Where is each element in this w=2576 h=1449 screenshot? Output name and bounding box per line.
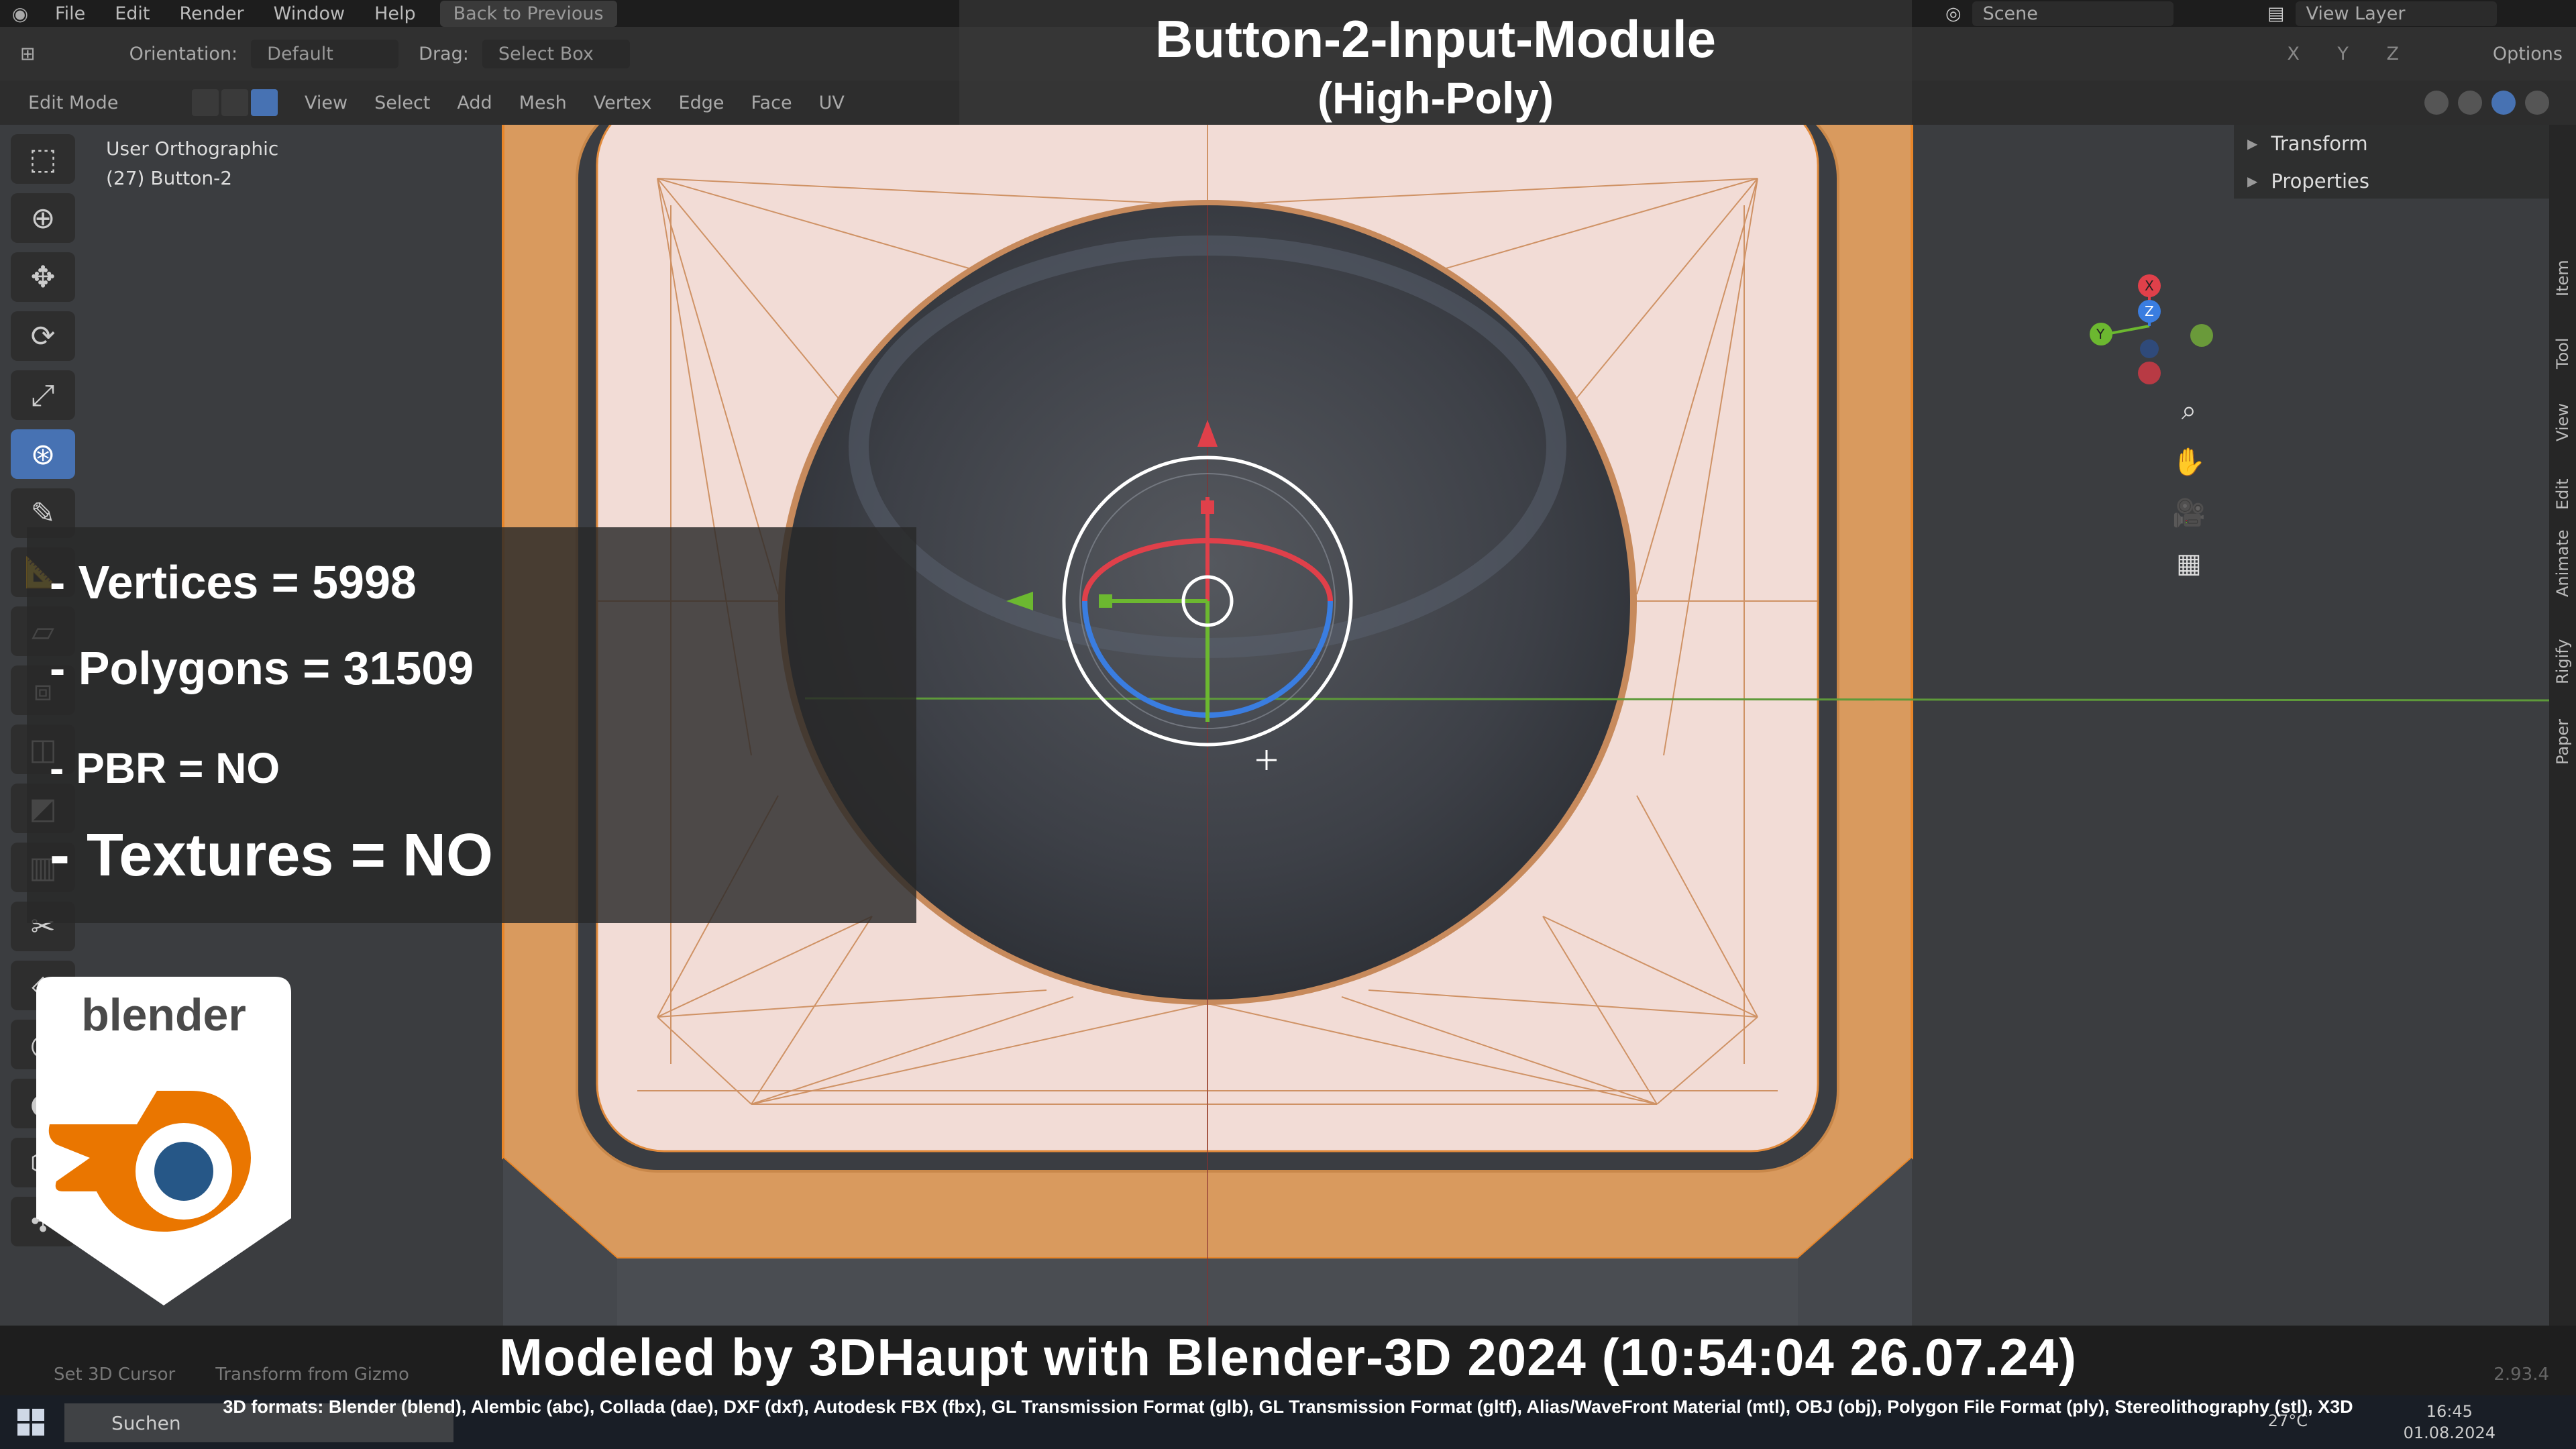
cursor-tool[interactable]: ⊕ [11, 193, 75, 243]
mirror-axes-toggles[interactable]: X Y Z [2287, 44, 2415, 64]
menu-uv[interactable]: UV [806, 89, 858, 117]
back-to-previous-button[interactable]: Back to Previous [439, 0, 617, 27]
panel-transform-label: Transform [2271, 132, 2368, 155]
polygons-count: - Polygons = 31509 [50, 642, 474, 694]
tab-tool[interactable]: Tool [2553, 337, 2572, 369]
stats-overlay: - Vertices = 5998 - Polygons = 31509 - P… [27, 527, 916, 923]
face-select-button[interactable] [251, 89, 278, 116]
expand-triangle-icon: ▶ [2247, 173, 2258, 189]
modeled-by-caption: Modeled by 3DHaupt with Blender-3D 2024 … [498, 1328, 2078, 1387]
svg-text:blender: blender [81, 989, 246, 1040]
blender-menu-icon[interactable]: ◉ [0, 0, 40, 27]
select-box-tool[interactable]: ⬚ [11, 134, 75, 184]
menu-render[interactable]: Render [164, 3, 258, 24]
transform-tool[interactable]: ⊛ [11, 429, 75, 479]
scene-selector: ◎ Scene [1945, 0, 2174, 27]
zoom-icon[interactable]: ⌕ [2167, 393, 2211, 428]
panel-properties[interactable]: ▶ Properties [2247, 162, 2549, 200]
view-layer-icon: ▤ [2267, 3, 2285, 24]
menu-face[interactable]: Face [738, 89, 806, 117]
orientation-label: Orientation: [129, 43, 238, 64]
svg-text:X: X [2145, 278, 2154, 294]
orientation-dropdown[interactable]: Default [251, 39, 399, 68]
svg-text:Z: Z [2145, 303, 2154, 319]
svg-text:Y: Y [2096, 326, 2105, 342]
rendered-shading-button[interactable] [2525, 91, 2549, 115]
sidebar-panel: ▶ Transform ▶ Properties [2234, 125, 2549, 199]
menu-view[interactable]: View [291, 89, 361, 117]
rotate-tool[interactable]: ⟳ [11, 311, 75, 361]
scene-icon: ◎ [1945, 3, 1962, 24]
scale-tool[interactable]: ⤢ [11, 370, 75, 420]
menu-mesh[interactable]: Mesh [506, 89, 580, 117]
select-mode-buttons [192, 89, 278, 116]
viewport-info: User Orthographic (27) Button-2 [106, 134, 278, 193]
model-title: Button-2-Input-Module [1155, 9, 1717, 68]
menu-edge[interactable]: Edge [665, 89, 738, 117]
blender-logo: blender [36, 977, 291, 1305]
navigation-buttons: ⌕ ✋ 🎥 ▦ [2167, 393, 2211, 581]
vertex-select-button[interactable] [192, 89, 219, 116]
pan-hand-icon[interactable]: ✋ [2167, 444, 2211, 479]
export-formats-caption: 3D formats: Blender (blend), Alembic (ab… [223, 1397, 2353, 1417]
ortho-grid-icon[interactable]: ▦ [2167, 546, 2211, 581]
navigation-gizmo[interactable]: X Z Y [2066, 259, 2227, 393]
camera-view-icon[interactable]: 🎥 [2167, 495, 2211, 530]
panel-transform[interactable]: ▶ Transform [2247, 125, 2549, 162]
menu-help[interactable]: Help [360, 3, 431, 24]
vertices-count: - Vertices = 5998 [50, 556, 417, 608]
view-layer-selector: ▤ View Layer [2267, 0, 2497, 27]
edge-select-button[interactable] [221, 89, 248, 116]
solid-shading-button[interactable] [2458, 91, 2482, 115]
options-dropdown[interactable]: Options [2493, 44, 2563, 64]
editor-type-icon[interactable]: ⊞ [20, 44, 36, 64]
menu-add[interactable]: Add [443, 89, 505, 117]
view-layer-field[interactable]: View Layer [2295, 1, 2497, 26]
sidebar-tabs: Item Tool View Edit Animate Rigify Paper [2549, 125, 2576, 1326]
drag-label: Drag: [419, 43, 469, 64]
drag-dropdown[interactable]: Select Box [482, 39, 630, 68]
tab-edit[interactable]: Edit [2553, 479, 2572, 510]
scene-field[interactable]: Scene [1972, 1, 2174, 26]
taskbar-date: 01.08.2024 [2403, 1424, 2496, 1442]
menu-vertex[interactable]: Vertex [580, 89, 665, 117]
model-subtitle: (High-Poly) [1318, 73, 1554, 123]
wireframe-shading-button[interactable] [2424, 91, 2449, 115]
active-object-name: (27) Button-2 [106, 167, 233, 189]
shading-buttons [2424, 91, 2549, 115]
tab-rigify[interactable]: Rigify [2553, 639, 2572, 684]
material-shading-button[interactable] [2491, 91, 2516, 115]
tab-animate[interactable]: Animate [2553, 529, 2572, 597]
tab-item[interactable]: Item [2553, 260, 2572, 297]
pbr-status: - PBR = NO [50, 744, 280, 792]
textures-status: - Textures = NO [50, 822, 494, 889]
menu-window[interactable]: Window [259, 3, 360, 24]
menu-select[interactable]: Select [361, 89, 443, 117]
tab-paper[interactable]: Paper [2553, 719, 2572, 765]
tab-view[interactable]: View [2553, 403, 2572, 441]
title-overlay: Button-2-Input-Module (High-Poly) [959, 0, 1912, 125]
move-tool[interactable]: ✥ [11, 252, 75, 302]
expand-triangle-icon: ▶ [2247, 136, 2258, 152]
panel-properties-label: Properties [2271, 170, 2369, 193]
view-name: User Orthographic [106, 138, 279, 160]
menu-file[interactable]: File [40, 3, 100, 24]
mode-dropdown[interactable]: Edit Mode [17, 89, 192, 117]
menu-edit[interactable]: Edit [100, 3, 164, 24]
